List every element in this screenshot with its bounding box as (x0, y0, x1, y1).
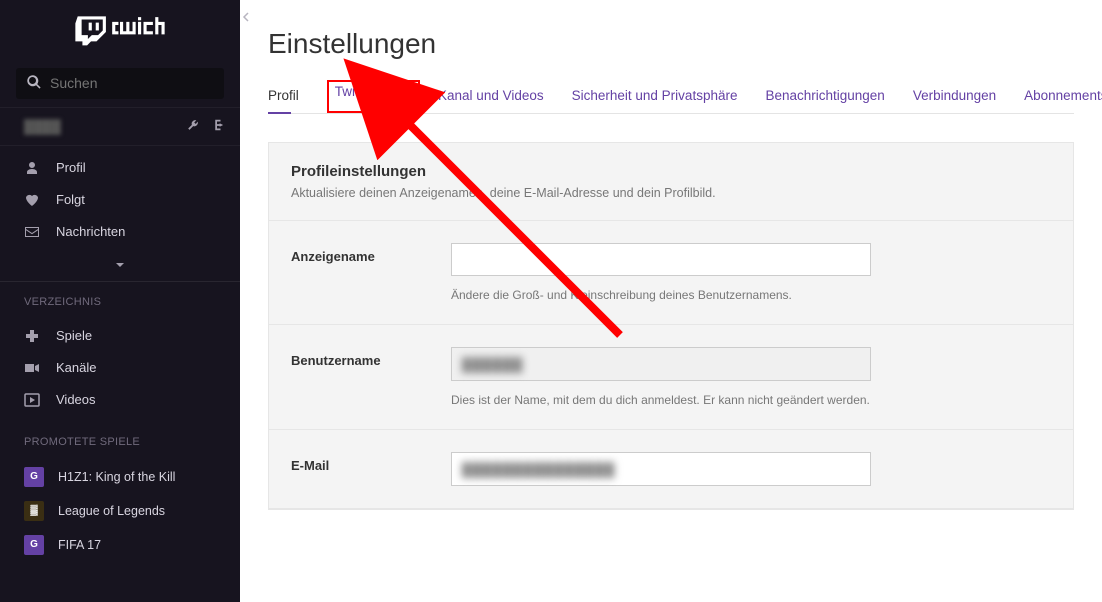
nav-label: Kanäle (56, 360, 96, 375)
displayname-input[interactable] (451, 243, 871, 276)
field-row-displayname: Anzeigename Ändere die Groß- und Kleinsc… (269, 221, 1073, 325)
search-icon (26, 74, 50, 93)
search-box[interactable] (16, 68, 224, 99)
game-icon: ▓ (24, 501, 44, 521)
panel-title: Profileinstellungen (291, 163, 1051, 180)
nav-label: Videos (56, 392, 96, 407)
field-row-username: Benutzername ██████ Dies ist der Name, m… (269, 325, 1073, 430)
tab-benachrichtigungen[interactable]: Benachrichtigungen (765, 82, 894, 113)
search-input[interactable] (50, 75, 214, 91)
nav-label: Nachrichten (56, 224, 125, 239)
user-nav: Profil Folgt Nachrichten (0, 146, 240, 254)
nav-item-folgt[interactable]: Folgt (0, 184, 240, 216)
page-title: Einstellungen (268, 28, 1074, 60)
field-label: E-Mail (291, 452, 451, 486)
logout-icon[interactable] (210, 118, 224, 135)
profile-settings-panel: Profileinstellungen Aktualisiere deinen … (268, 142, 1074, 510)
heart-icon (24, 192, 40, 208)
tab-profil[interactable]: Profil (268, 82, 309, 113)
field-label: Anzeigename (291, 243, 451, 302)
nav-item-nachrichten[interactable]: Nachrichten (0, 216, 240, 248)
tab-kanal-videos[interactable]: Kanal und Videos (438, 82, 554, 113)
game-label: H1Z1: King of the Kill (58, 470, 175, 484)
game-icon: G (24, 535, 44, 555)
user-icon (24, 160, 40, 176)
wrench-icon[interactable] (186, 118, 200, 135)
nav-item-spiele[interactable]: Spiele (0, 320, 240, 352)
game-label: League of Legends (58, 504, 165, 518)
nav-label: Spiele (56, 328, 92, 343)
game-item-lol[interactable]: ▓ League of Legends (0, 494, 240, 528)
nav-item-profil[interactable]: Profil (0, 152, 240, 184)
game-icon: G (24, 467, 44, 487)
game-label: FIFA 17 (58, 538, 101, 552)
game-item-fifa[interactable]: G FIFA 17 (0, 528, 240, 562)
chevron-down-icon (115, 260, 125, 270)
tab-abonnements[interactable]: Abonnements (1024, 82, 1102, 113)
field-label: Benutzername (291, 347, 451, 407)
sidebar: ████ Profil Folgt Nachrichten VERZEICHNI… (0, 0, 240, 602)
nav-label: Folgt (56, 192, 85, 207)
envelope-icon (24, 224, 40, 240)
play-icon (24, 392, 40, 408)
settings-tabs: Profil Twitch Prime Kanal und Videos Sic… (268, 82, 1074, 114)
twitch-logo[interactable] (0, 0, 240, 60)
gamepad-icon (24, 328, 40, 344)
chevron-left-icon (241, 12, 251, 22)
section-title-directory: VERZEICHNIS (0, 282, 240, 314)
username-display: ████ (24, 119, 176, 134)
nav-item-kanaele[interactable]: Kanäle (0, 352, 240, 384)
tab-verbindungen[interactable]: Verbindungen (913, 82, 1006, 113)
section-title-promoted: PROMOTETE SPIELE (0, 422, 240, 454)
field-hint: Ändere die Groß- und Kleinschreibung dei… (451, 288, 1051, 302)
main-content: Einstellungen Profil Twitch Prime Kanal … (240, 0, 1102, 602)
panel-subtitle: Aktualisiere deinen Anzeigenamen, deine … (291, 186, 1051, 200)
nav-expand-toggle[interactable] (0, 254, 240, 282)
directory-nav: Spiele Kanäle Videos (0, 314, 240, 422)
game-item-h1z1[interactable]: G H1Z1: King of the Kill (0, 460, 240, 494)
field-hint: Dies ist der Name, mit dem du dich anmel… (451, 393, 1051, 407)
tab-twitch-prime[interactable]: Twitch Prime (327, 80, 420, 113)
camera-icon (24, 360, 40, 376)
sidebar-collapse-handle[interactable] (241, 10, 253, 22)
email-input[interactable]: ███████████████ (451, 452, 871, 486)
nav-label: Profil (56, 160, 86, 175)
tab-sicherheit[interactable]: Sicherheit und Privatsphäre (572, 82, 748, 113)
user-row: ████ (0, 107, 240, 146)
nav-item-videos[interactable]: Videos (0, 384, 240, 416)
promoted-games: G H1Z1: King of the Kill ▓ League of Legen… (0, 454, 240, 568)
field-row-email: E-Mail ███████████████ (269, 430, 1073, 509)
username-input: ██████ (451, 347, 871, 381)
